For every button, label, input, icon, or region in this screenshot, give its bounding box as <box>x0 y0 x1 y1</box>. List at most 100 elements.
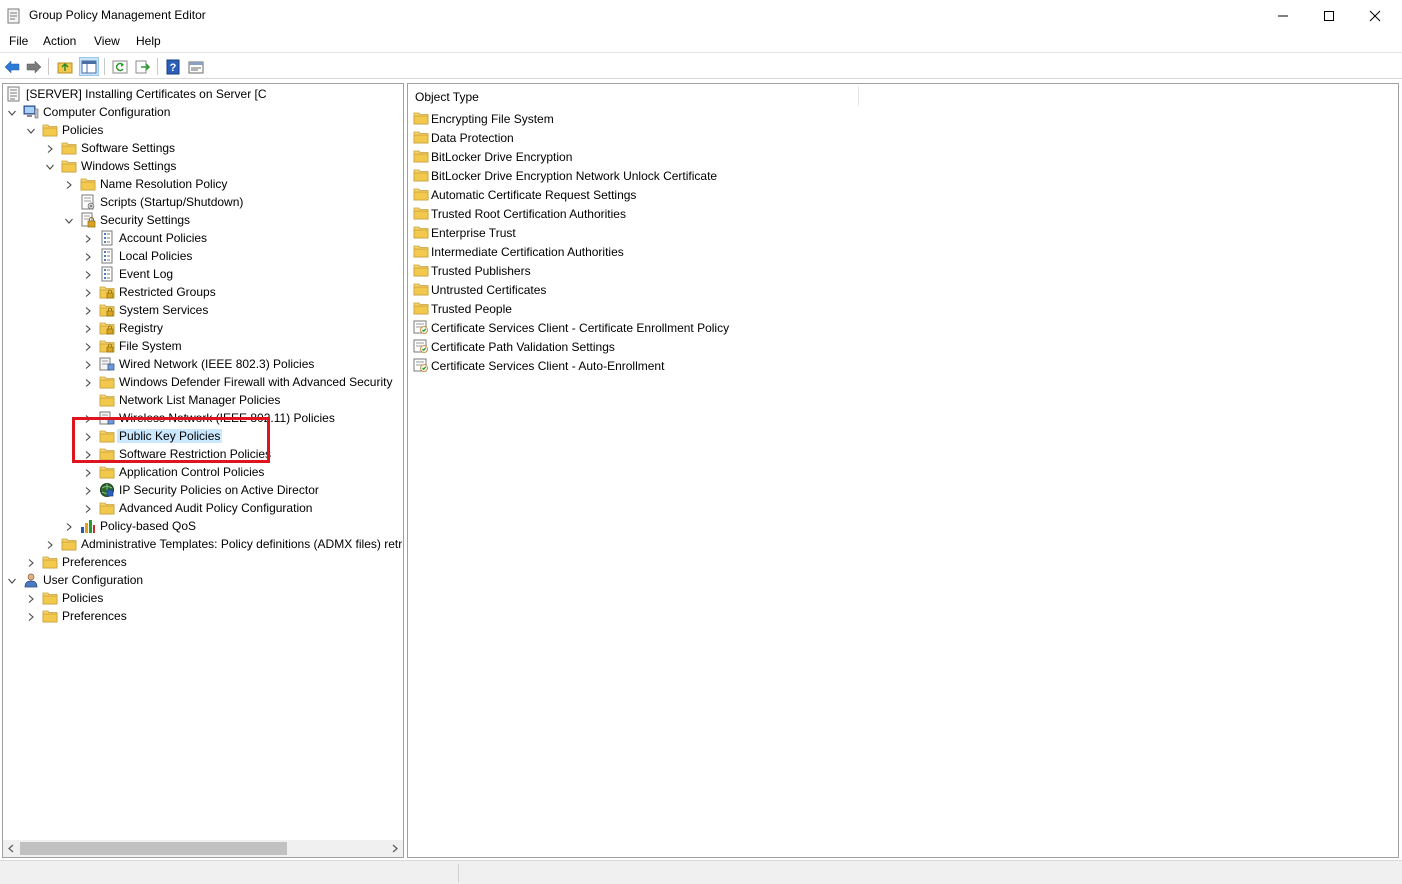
tree-node-software-restriction-policies[interactable]: Software Restriction Policies <box>3 445 403 463</box>
chevron-right-icon[interactable] <box>83 431 93 441</box>
scroll-right-icon[interactable] <box>389 843 400 854</box>
tree-node-local-policies[interactable]: Local Policies <box>3 247 403 265</box>
chevron-down-icon[interactable] <box>45 161 55 171</box>
list-item-untrusted-certificates[interactable]: Untrusted Certificates <box>413 280 1113 299</box>
chevron-right-icon[interactable] <box>83 233 93 243</box>
tree-node-label[interactable]: Policy-based QoS <box>98 519 198 533</box>
tree-node-wireless-network-ieee-802-11-policies[interactable]: Wireless Network (IEEE 802.11) Policies <box>3 409 403 427</box>
chevron-right-icon[interactable] <box>83 413 93 423</box>
chevron-right-icon[interactable] <box>26 593 36 603</box>
properties-button[interactable] <box>186 57 206 76</box>
tree-node-policy-based-qos[interactable]: Policy-based QoS <box>3 517 403 535</box>
tree-node-label[interactable]: Computer Configuration <box>41 105 172 119</box>
forward-button[interactable] <box>24 57 44 76</box>
tree-node-label[interactable]: Policies <box>60 123 105 137</box>
tree-node-registry[interactable]: Registry <box>3 319 403 337</box>
tree-node-restricted-groups[interactable]: Restricted Groups <box>3 283 403 301</box>
tree-node-software-settings[interactable]: Software Settings <box>3 139 403 157</box>
refresh-button[interactable] <box>110 57 130 76</box>
list-item-certificate-path-validation-settings[interactable]: Certificate Path Validation Settings <box>413 337 1113 356</box>
details-list-pane[interactable]: Object Type Encrypting File System Data P… <box>407 83 1399 858</box>
tree-node-event-log[interactable]: Event Log <box>3 265 403 283</box>
chevron-right-icon[interactable] <box>64 179 74 189</box>
back-button[interactable] <box>2 57 22 76</box>
tree-node-label[interactable]: Preferences <box>60 609 129 623</box>
tree-node-label[interactable]: Wireless Network (IEEE 802.11) Policies <box>117 411 337 425</box>
list-item-bitlocker-drive-encryption[interactable]: BitLocker Drive Encryption <box>413 147 1113 166</box>
tree-node-preferences[interactable]: Preferences <box>3 607 403 625</box>
list-item-automatic-certificate-request-settings[interactable]: Automatic Certificate Request Settings <box>413 185 1113 204</box>
tree-node-system-services[interactable]: System Services <box>3 301 403 319</box>
chevron-right-icon[interactable] <box>83 467 93 477</box>
tree-node-label[interactable]: IP Security Policies on Active Director <box>117 483 321 497</box>
tree-node-policies[interactable]: Policies <box>3 589 403 607</box>
console-tree-pane[interactable]: [SERVER] Installing Certificates on Serv… <box>2 83 404 858</box>
tree-node-label[interactable]: File System <box>117 339 184 353</box>
list-item-certificate-services-client-certificate-enrollment-policy[interactable]: Certificate Services Client - Certificat… <box>413 318 1113 337</box>
list-item-bitlocker-drive-encryption-network-unlock-certificate[interactable]: BitLocker Drive Encryption Network Unloc… <box>413 166 1113 185</box>
minimize-button[interactable] <box>1260 0 1306 31</box>
tree-node-label[interactable]: Windows Defender Firewall with Advanced … <box>117 375 394 389</box>
tree-node-label[interactable]: [SERVER] Installing Certificates on Serv… <box>24 87 269 101</box>
tree-node-scripts-startup-shutdown[interactable]: Scripts (Startup/Shutdown) <box>3 193 403 211</box>
scrollbar-thumb[interactable] <box>20 842 287 855</box>
chevron-right-icon[interactable] <box>83 503 93 513</box>
list-item-intermediate-certification-authorities[interactable]: Intermediate Certification Authorities <box>413 242 1113 261</box>
maximize-button[interactable] <box>1306 0 1352 31</box>
list-item-trusted-publishers[interactable]: Trusted Publishers <box>413 261 1113 280</box>
chevron-right-icon[interactable] <box>45 143 55 153</box>
tree-node-label[interactable]: System Services <box>117 303 210 317</box>
up-one-level-button[interactable] <box>55 57 75 76</box>
tree-node-advanced-audit-policy-configuration[interactable]: Advanced Audit Policy Configuration <box>3 499 403 517</box>
tree-node-label[interactable]: User Configuration <box>41 573 145 587</box>
menu-action[interactable]: Action <box>41 34 78 48</box>
chevron-right-icon[interactable] <box>83 341 93 351</box>
tree-node-label[interactable]: Software Restriction Policies <box>117 447 273 461</box>
tree-node-public-key-policies[interactable]: Public Key Policies <box>3 427 403 445</box>
list-item-trusted-root-certification-authorities[interactable]: Trusted Root Certification Authorities <box>413 204 1113 223</box>
tree-node-preferences[interactable]: Preferences <box>3 553 403 571</box>
tree-node-account-policies[interactable]: Account Policies <box>3 229 403 247</box>
tree-node-label[interactable]: Event Log <box>117 267 175 281</box>
tree-node-label[interactable]: Preferences <box>60 555 129 569</box>
tree-node-label[interactable]: Account Policies <box>117 231 209 245</box>
tree-node-label[interactable]: Windows Settings <box>79 159 178 173</box>
chevron-right-icon[interactable] <box>83 287 93 297</box>
tree-node-label[interactable]: Network List Manager Policies <box>117 393 282 407</box>
tree-node-windows-settings[interactable]: Windows Settings <box>3 157 403 175</box>
menu-file[interactable]: File <box>7 34 30 48</box>
tree-node-label[interactable]: Administrative Templates: Policy definit… <box>79 537 403 551</box>
close-button[interactable] <box>1352 0 1398 31</box>
tree-node-policies[interactable]: Policies <box>3 121 403 139</box>
tree-node-server-installing-certificates-on-server-c[interactable]: [SERVER] Installing Certificates on Serv… <box>3 85 403 103</box>
tree-node-label[interactable]: Wired Network (IEEE 802.3) Policies <box>117 357 316 371</box>
chevron-right-icon[interactable] <box>83 485 93 495</box>
tree-node-file-system[interactable]: File System <box>3 337 403 355</box>
tree-node-label[interactable]: Application Control Policies <box>117 465 266 479</box>
chevron-right-icon[interactable] <box>83 377 93 387</box>
tree-node-label[interactable]: Name Resolution Policy <box>98 177 229 191</box>
tree-horizontal-scrollbar[interactable] <box>3 840 403 857</box>
chevron-right-icon[interactable] <box>83 359 93 369</box>
chevron-right-icon[interactable] <box>26 557 36 567</box>
chevron-right-icon[interactable] <box>83 305 93 315</box>
export-list-button[interactable] <box>133 57 153 76</box>
tree-node-ip-security-policies-on-active-director[interactable]: IP Security Policies on Active Director <box>3 481 403 499</box>
chevron-right-icon[interactable] <box>83 323 93 333</box>
list-item-trusted-people[interactable]: Trusted People <box>413 299 1113 318</box>
tree-node-user-configuration[interactable]: User Configuration <box>3 571 403 589</box>
tree-node-label[interactable]: Software Settings <box>79 141 177 155</box>
list-item-certificate-services-client-auto-enrollment[interactable]: Certificate Services Client - Auto-Enrol… <box>413 356 1113 375</box>
column-divider[interactable] <box>858 86 859 106</box>
tree-node-windows-defender-firewall-with-advanced-security[interactable]: Windows Defender Firewall with Advanced … <box>3 373 403 391</box>
tree-node-network-list-manager-policies[interactable]: Network List Manager Policies <box>3 391 403 409</box>
chevron-right-icon[interactable] <box>83 251 93 261</box>
column-header-object-type[interactable]: Object Type <box>415 90 479 104</box>
tree-node-label[interactable]: Security Settings <box>98 213 192 227</box>
list-item-encrypting-file-system[interactable]: Encrypting File System <box>413 109 1113 128</box>
show-hide-tree-button[interactable] <box>79 57 99 76</box>
menu-view[interactable]: View <box>92 34 122 48</box>
tree-node-administrative-templates-policy-definitions-admx-files-retr[interactable]: Administrative Templates: Policy definit… <box>3 535 403 553</box>
chevron-right-icon[interactable] <box>45 539 55 549</box>
tree-node-label[interactable]: Registry <box>117 321 165 335</box>
